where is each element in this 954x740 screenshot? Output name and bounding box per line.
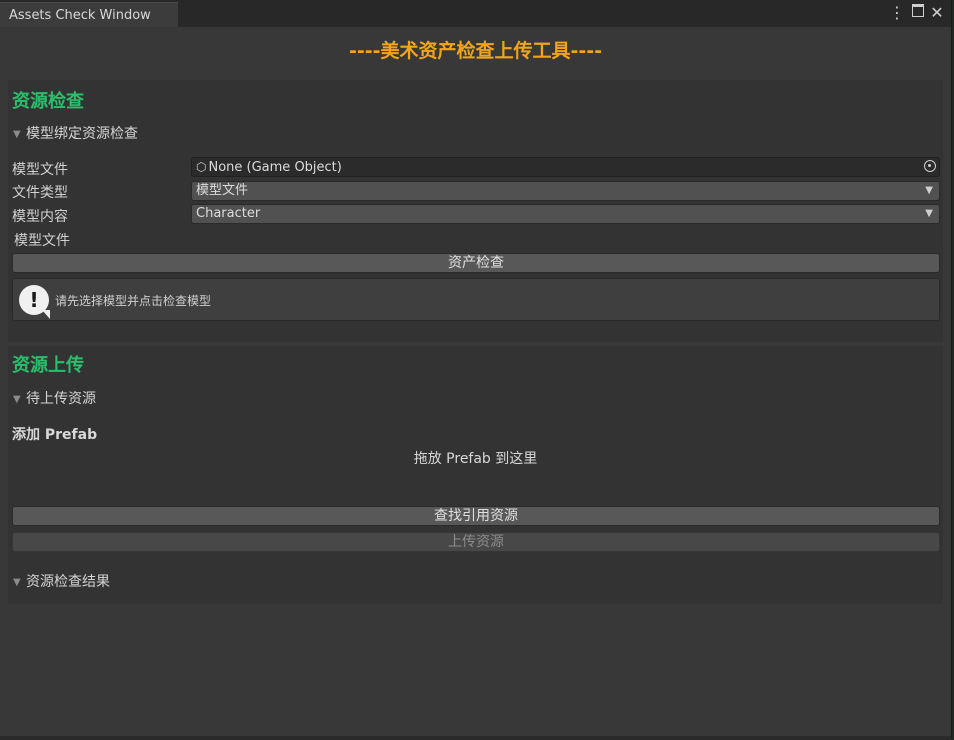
file-type-dropdown[interactable]: 模型文件 ▼ bbox=[191, 181, 940, 201]
prefab-drop-area[interactable]: 拖放 Prefab 到这里 bbox=[8, 446, 943, 502]
help-message: 请先选择模型并点击检查模型 bbox=[55, 294, 212, 308]
tab-bar: Assets Check Window ⋮ ✕ bbox=[0, 0, 951, 27]
drop-hint: 拖放 Prefab 到这里 bbox=[413, 451, 538, 467]
chevron-down-icon: ▼ bbox=[925, 208, 933, 219]
bottom-strip bbox=[0, 736, 951, 740]
asset-check-button[interactable]: 资产检查 bbox=[12, 253, 940, 273]
pending-upload-foldout[interactable]: ▼ 待上传资源 bbox=[13, 388, 96, 408]
maximize-icon[interactable] bbox=[910, 4, 926, 22]
model-content-value: Character bbox=[196, 206, 261, 221]
assets-check-window: Assets Check Window ⋮ ✕ ----美术资产检查上传工具--… bbox=[0, 0, 952, 738]
upload-section-heading: 资源上传 bbox=[12, 355, 84, 376]
foldout-label: 待上传资源 bbox=[26, 391, 96, 407]
model-file-label-secondary: 模型文件 bbox=[14, 233, 70, 249]
window-tab[interactable]: Assets Check Window bbox=[0, 2, 178, 27]
foldout-label: 模型绑定资源检查 bbox=[26, 126, 138, 142]
foldout-triangle-icon: ▼ bbox=[13, 577, 21, 588]
page-title: ----美术资产检查上传工具---- bbox=[348, 40, 603, 62]
more-options-icon[interactable]: ⋮ bbox=[889, 4, 905, 22]
model-content-label: 模型内容 bbox=[12, 209, 68, 225]
model-binding-foldout[interactable]: ▼ 模型绑定资源检查 bbox=[13, 123, 138, 143]
foldout-triangle-icon: ▼ bbox=[13, 394, 21, 405]
model-file-label: 模型文件 bbox=[12, 162, 68, 178]
model-content-dropdown[interactable]: Character ▼ bbox=[191, 204, 940, 224]
check-section-heading: 资源检查 bbox=[12, 91, 84, 112]
foldout-triangle-icon: ▼ bbox=[13, 129, 21, 140]
upload-assets-button[interactable]: 上传资源 bbox=[12, 532, 940, 552]
object-picker-icon[interactable] bbox=[924, 160, 936, 172]
game-object-icon: ⬡ bbox=[196, 160, 207, 174]
add-prefab-label: 添加 Prefab bbox=[12, 427, 98, 443]
model-file-object-field[interactable]: ⬡ None (Game Object) bbox=[191, 157, 940, 177]
close-icon[interactable]: ✕ bbox=[929, 4, 945, 22]
check-result-foldout[interactable]: ▼ 资源检查结果 bbox=[13, 571, 110, 591]
warning-icon: ! bbox=[19, 285, 50, 319]
help-box: ! 请先选择模型并点击检查模型 bbox=[12, 278, 940, 321]
file-type-value: 模型文件 bbox=[196, 183, 249, 198]
model-file-value: None (Game Object) bbox=[208, 160, 342, 175]
find-references-button[interactable]: 查找引用资源 bbox=[12, 506, 940, 526]
foldout-label: 资源检查结果 bbox=[26, 574, 110, 590]
file-type-label: 文件类型 bbox=[12, 185, 68, 201]
chevron-down-icon: ▼ bbox=[925, 185, 933, 196]
